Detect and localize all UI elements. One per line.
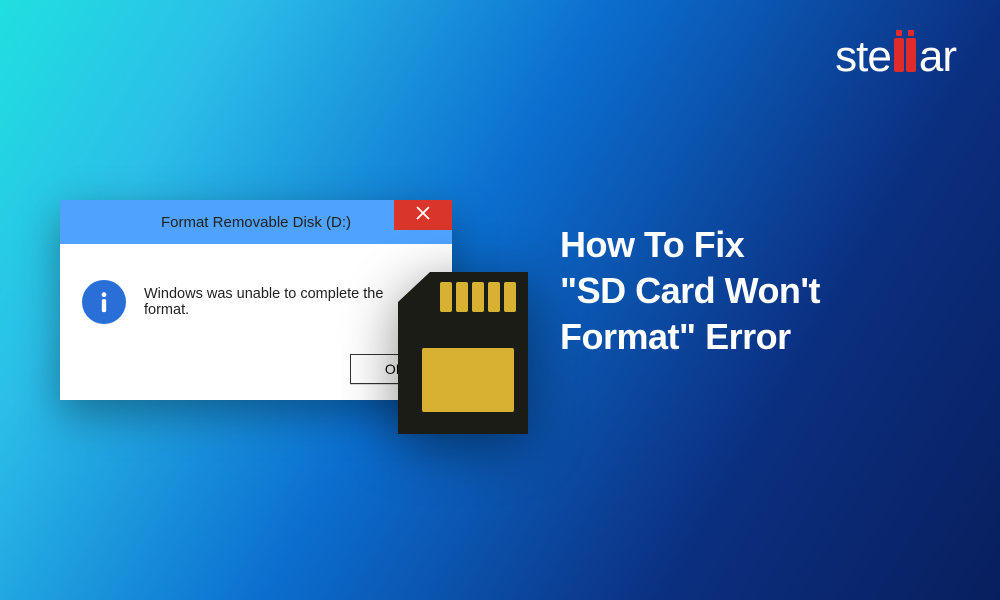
headline-line2: "SD Card Won't [560, 268, 960, 314]
headline-tail: " Error [679, 316, 791, 357]
close-button[interactable] [394, 200, 452, 230]
headline-bold-2: Format [560, 316, 679, 357]
close-icon [416, 206, 430, 225]
brand-logo: ste ar [835, 32, 956, 82]
brand-ll-icon [893, 38, 917, 72]
brand-text-right: ar [919, 32, 956, 82]
brand-text-left: ste [835, 32, 891, 82]
headline-quote-open: " [560, 270, 577, 311]
dialog-title: Format Removable Disk (D:) [161, 214, 351, 231]
dialog-titlebar[interactable]: Format Removable Disk (D:) [60, 200, 452, 244]
headline-line3: Format" Error [560, 314, 960, 360]
dialog-footer: OK [60, 354, 452, 400]
headline-bold-1: SD Card Won't [577, 270, 820, 311]
format-error-dialog: Format Removable Disk (D:) Windows was u… [60, 200, 452, 400]
info-icon [82, 280, 126, 324]
dialog-body: Windows was unable to complete the forma… [60, 244, 452, 354]
headline: How To Fix "SD Card Won't Format" Error [560, 222, 960, 360]
headline-line1: How To Fix [560, 222, 960, 268]
sd-card-icon [398, 272, 528, 434]
dialog-message: Windows was unable to complete the forma… [144, 286, 430, 318]
